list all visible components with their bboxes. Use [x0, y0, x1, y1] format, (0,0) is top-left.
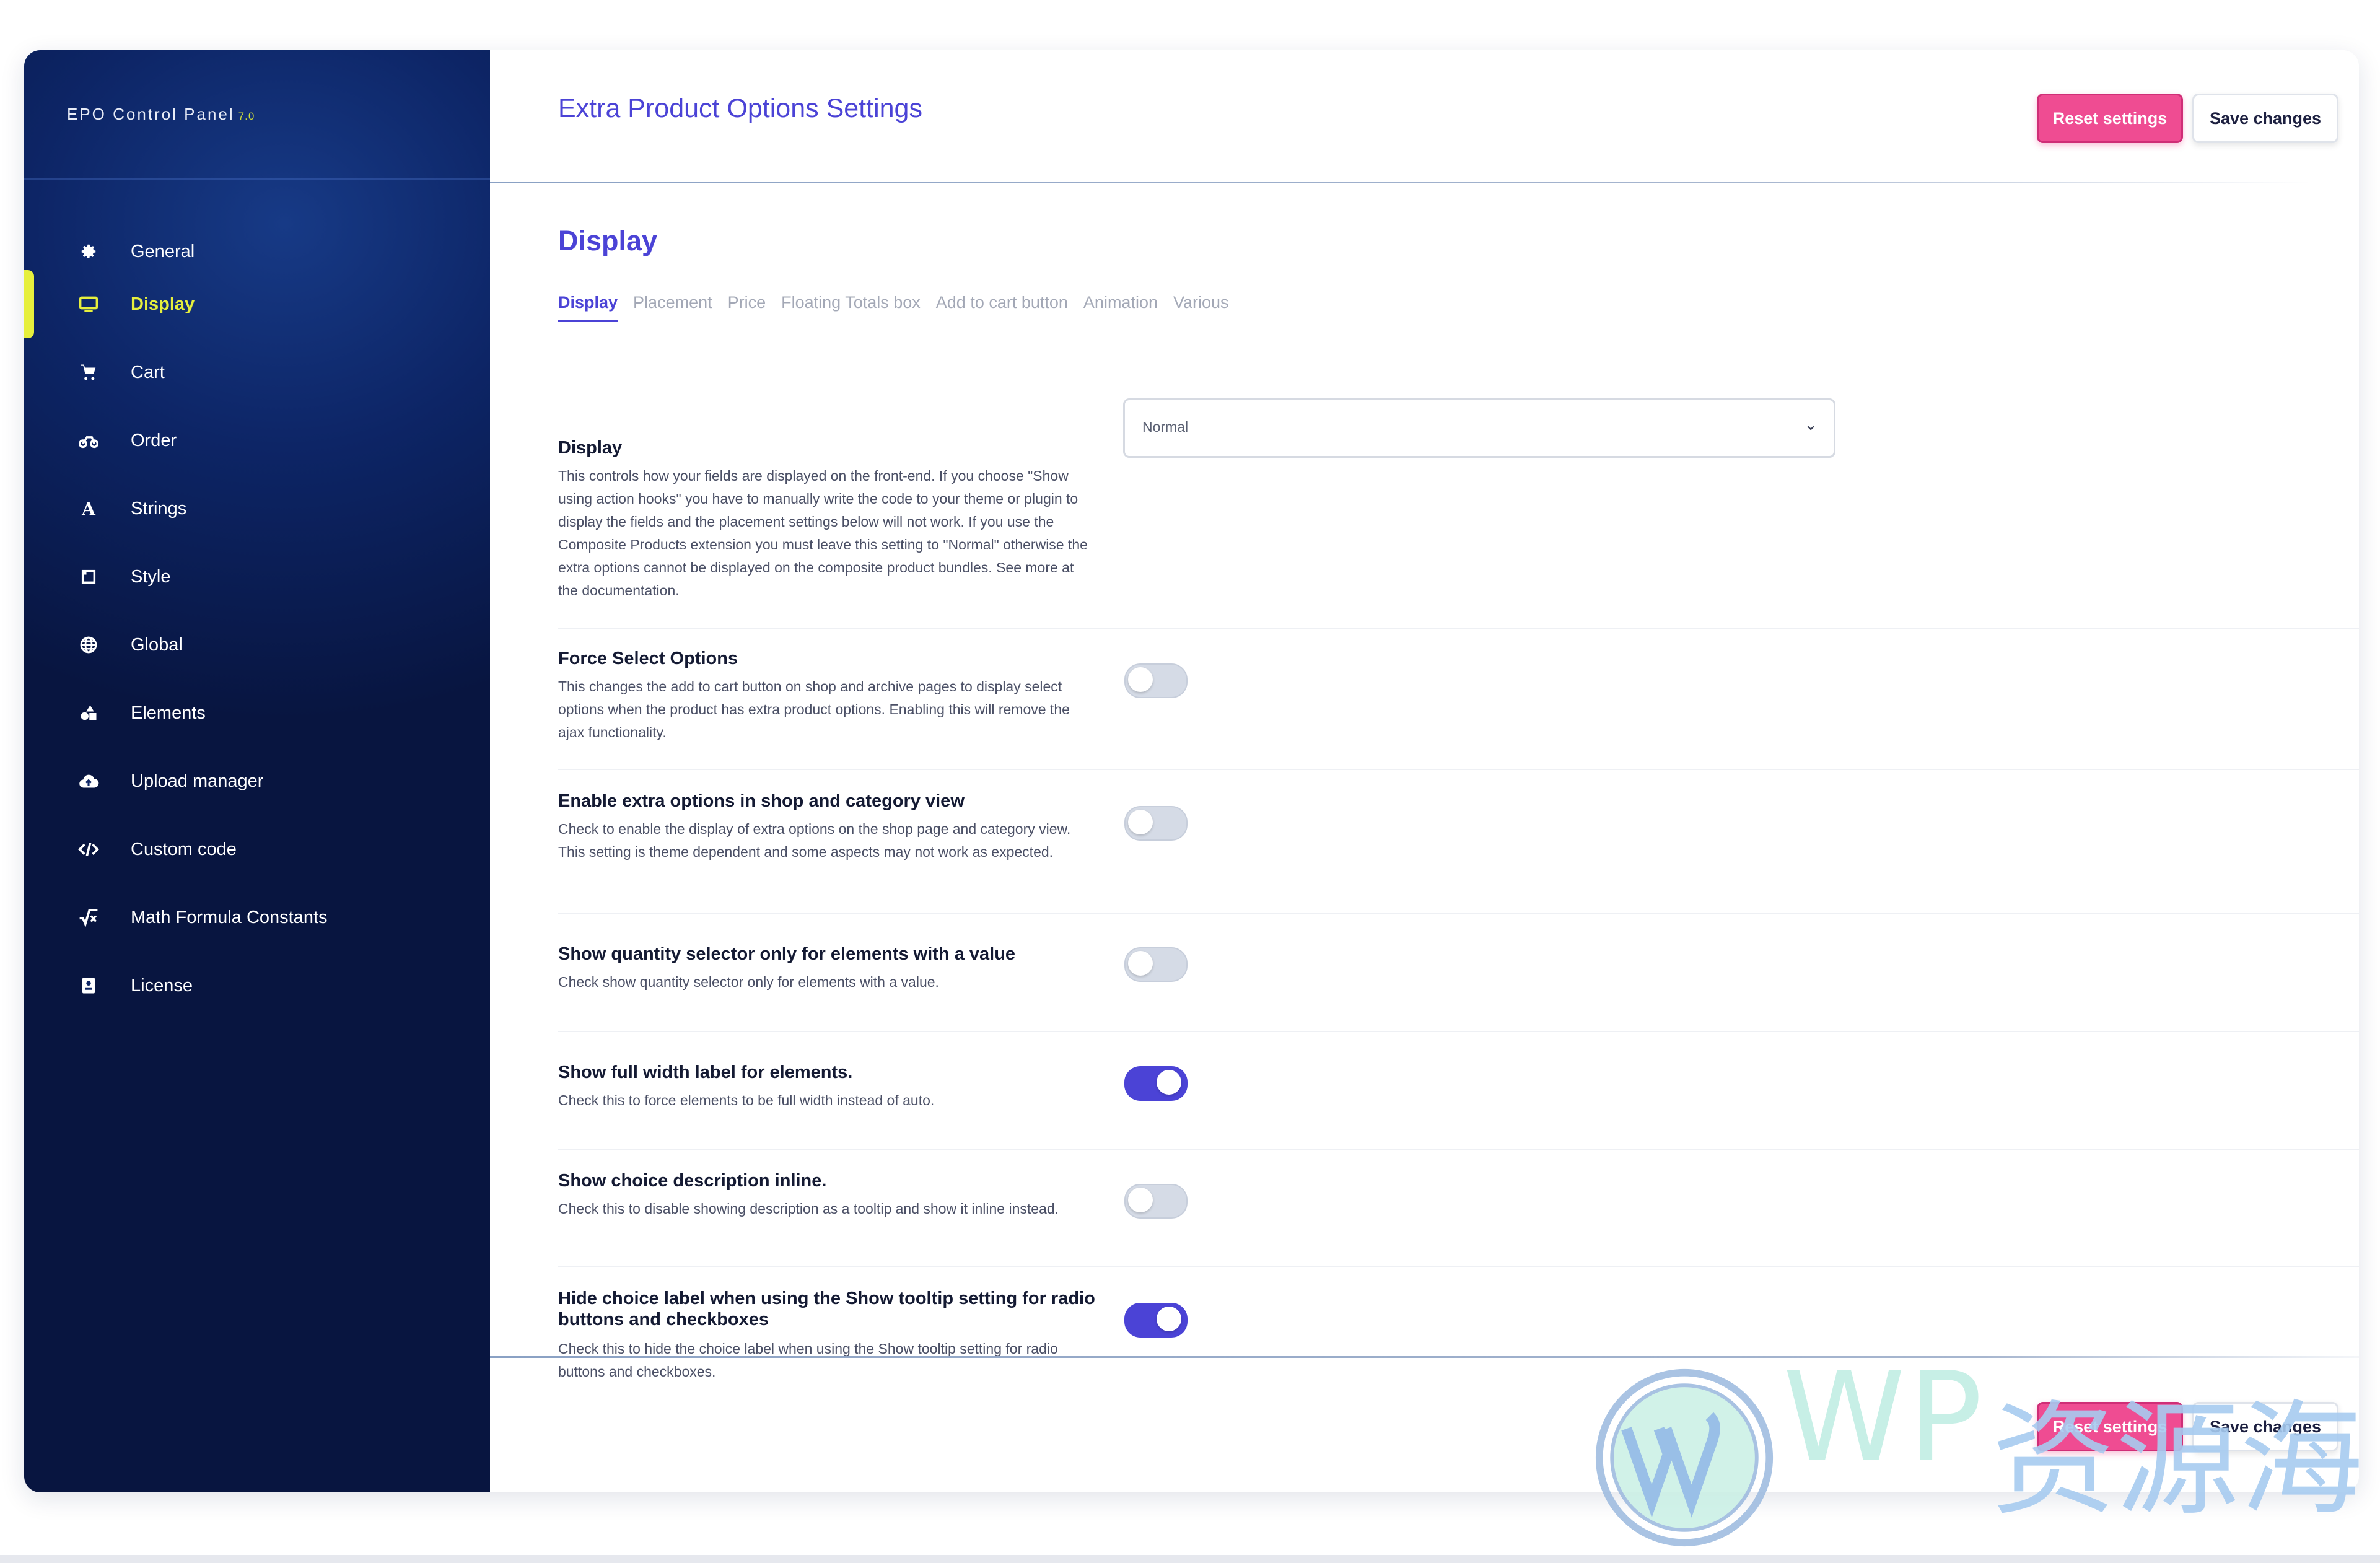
header-divider: [490, 182, 2311, 183]
cart-icon: [76, 360, 101, 385]
brand-name: EPO Control Panel: [67, 105, 235, 123]
cloud-upload-icon: [76, 769, 101, 794]
row-divider: [558, 1149, 2359, 1150]
sidebar-item-custom-code[interactable]: Custom code: [24, 815, 490, 883]
sidebar-item-label: General: [131, 241, 195, 261]
setting-title: Force Select Options: [558, 649, 738, 668]
sidebar: EPO Control Panel 7.0 General Display Car…: [24, 50, 490, 1492]
wordpress-watermark-logo: [1595, 1368, 1774, 1547]
toggle-knob: [1128, 810, 1153, 834]
row-divider: [558, 1031, 2359, 1032]
sidebar-item-strings[interactable]: A Strings: [24, 475, 490, 543]
tab-price[interactable]: Price: [728, 293, 766, 322]
toggle-knob: [1128, 667, 1153, 692]
setting-title: Show full width label for elements.: [558, 1062, 853, 1082]
sidebar-item-label: Order: [131, 430, 177, 450]
full-width-label-toggle[interactable]: [1124, 1066, 1188, 1101]
window-bottom-strip: [0, 1555, 2380, 1563]
sidebar-item-style[interactable]: Style: [24, 543, 490, 611]
toggle-knob: [1157, 1070, 1181, 1095]
sidebar-item-cart[interactable]: Cart: [24, 338, 490, 406]
hide-choice-label-toggle[interactable]: [1124, 1303, 1188, 1338]
setting-description: Check this to hide the choice label when…: [558, 1341, 1058, 1380]
setting-description: This controls how your fields are displa…: [558, 468, 1088, 598]
sidebar-item-label: License: [131, 975, 193, 996]
watermark-cn: 资源海: [1992, 1388, 2364, 1533]
reset-settings-button[interactable]: Reset settings: [2037, 94, 2183, 143]
main-content: Extra Product Options Settings Reset set…: [490, 50, 2359, 1492]
sidebar-item-label: Upload manager: [131, 771, 264, 791]
square-root-icon: [76, 905, 101, 930]
style-icon: [76, 564, 101, 589]
sidebar-item-label: Custom code: [131, 839, 237, 859]
sidebar-item-label: Elements: [131, 703, 206, 723]
brand-version: 7.0: [238, 110, 255, 122]
tab-placement[interactable]: Placement: [633, 293, 712, 322]
monitor-icon: [76, 292, 101, 317]
sidebar-item-elements[interactable]: Elements: [24, 679, 490, 747]
setting-title: Display: [558, 438, 623, 458]
display-mode-value: Normal: [1142, 419, 1189, 435]
save-changes-button[interactable]: Save changes: [2192, 94, 2338, 143]
chevron-down-icon: ⌄: [1804, 415, 1818, 434]
watermark-text: WP: [1783, 1346, 1985, 1490]
toggle-knob: [1128, 1188, 1153, 1212]
shapes-icon: [76, 701, 101, 725]
setting-description: Check show quantity selector only for el…: [558, 974, 939, 990]
row-divider: [558, 769, 2359, 770]
display-mode-select[interactable]: Normal ⌄: [1123, 398, 1835, 458]
section-title: Display: [558, 225, 658, 256]
sidebar-item-label: Style: [131, 566, 171, 587]
gear-icon: [76, 239, 101, 264]
code-icon: [76, 837, 101, 862]
row-divider: [558, 628, 2359, 629]
footer-divider: [490, 1356, 2359, 1358]
setting-title: Hide choice label when using the Show to…: [558, 1289, 1095, 1329]
row-divider: [558, 1266, 2359, 1267]
setting-title: Enable extra options in shop and categor…: [558, 791, 965, 811]
brand: EPO Control Panel 7.0: [67, 105, 255, 124]
tab-add-to-cart-button[interactable]: Add to cart button: [936, 293, 1068, 322]
sidebar-item-label: Cart: [131, 362, 165, 382]
choice-description-inline-toggle[interactable]: [1124, 1184, 1188, 1219]
order-icon: [76, 428, 101, 453]
force-select-options-toggle[interactable]: [1124, 663, 1188, 698]
tab-animation[interactable]: Animation: [1083, 293, 1158, 322]
sidebar-divider: [24, 178, 490, 180]
section-tabs: Display Placement Price Floating Totals …: [558, 293, 1245, 322]
control-panel: EPO Control Panel 7.0 General Display Car…: [24, 50, 2359, 1492]
sidebar-item-label: Strings: [131, 498, 187, 519]
setting-title: Show choice description inline.: [558, 1171, 827, 1191]
font-icon: A: [82, 498, 95, 519]
sidebar-item-math-formula-constants[interactable]: Math Formula Constants: [24, 883, 490, 952]
tab-various[interactable]: Various: [1173, 293, 1229, 322]
row-divider: [558, 913, 2359, 914]
tab-floating-totals-box[interactable]: Floating Totals box: [781, 293, 921, 322]
sidebar-item-label: Display: [131, 294, 195, 314]
tab-display[interactable]: Display: [558, 293, 618, 322]
toggle-knob: [1128, 951, 1153, 976]
setting-description: This changes the add to cart button on s…: [558, 678, 1070, 740]
sidebar-item-upload-manager[interactable]: Upload manager: [24, 747, 490, 815]
sidebar-item-order[interactable]: Order: [24, 406, 490, 475]
page-title: Extra Product Options Settings: [558, 94, 922, 123]
setting-title: Show quantity selector only for elements…: [558, 944, 1016, 964]
sidebar-item-label: Global: [131, 634, 183, 655]
quantity-selector-toggle[interactable]: [1124, 947, 1188, 982]
setting-description: Check to enable the display of extra opt…: [558, 821, 1071, 860]
sidebar-item-label: Math Formula Constants: [131, 907, 328, 927]
globe-icon: [76, 633, 101, 657]
sidebar-item-display[interactable]: Display: [24, 270, 490, 338]
toggle-knob: [1157, 1307, 1181, 1331]
setting-description: Check this to force elements to be full …: [558, 1092, 935, 1108]
enable-extra-options-shop-toggle[interactable]: [1124, 806, 1188, 841]
license-icon: [76, 973, 101, 998]
sidebar-item-license[interactable]: License: [24, 952, 490, 1020]
setting-description: Check this to disable showing descriptio…: [558, 1201, 1059, 1217]
sidebar-item-global[interactable]: Global: [24, 611, 490, 679]
